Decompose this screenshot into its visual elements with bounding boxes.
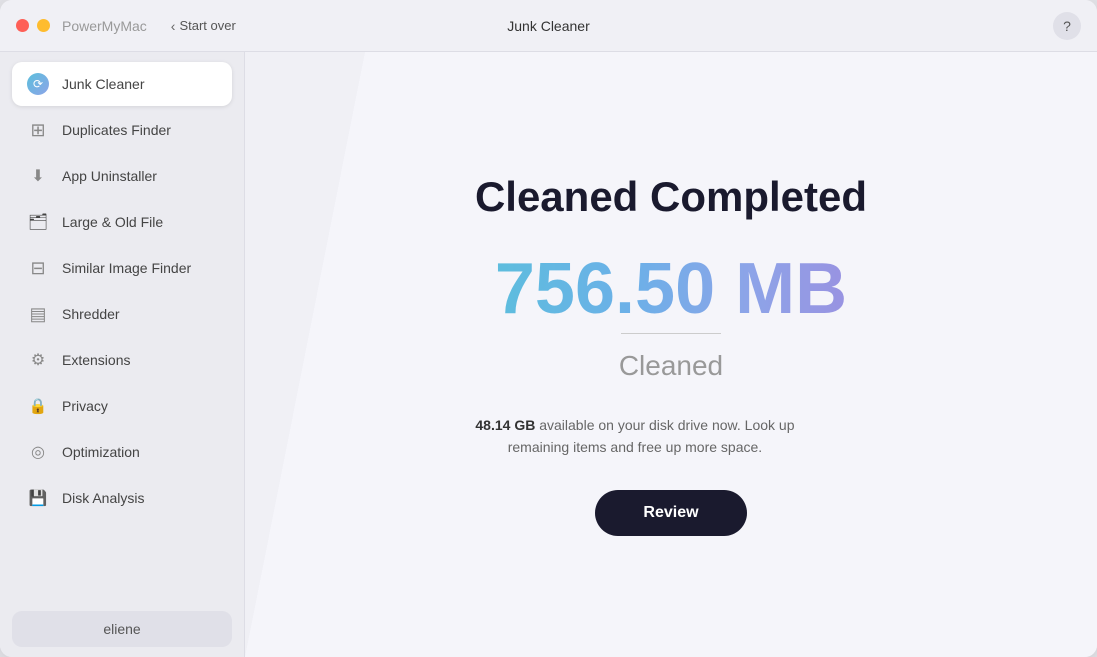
review-button[interactable]: Review	[595, 490, 746, 536]
sidebar-item-disk-analysis[interactable]: Disk Analysis	[12, 476, 232, 520]
sidebar-item-label: Junk Cleaner	[62, 76, 145, 92]
sidebar-item-label: App Uninstaller	[62, 168, 157, 184]
chevron-left-icon: ‹	[171, 18, 176, 34]
sidebar-item-label: Large & Old File	[62, 214, 163, 230]
sidebar-item-junk-cleaner[interactable]: Junk Cleaner	[12, 62, 232, 106]
sidebar-item-large-old-file[interactable]: Large & Old File	[12, 200, 232, 244]
disk-available: 48.14 GB	[475, 417, 535, 433]
privacy-icon	[26, 394, 50, 418]
sidebar-item-label: Disk Analysis	[62, 490, 144, 506]
junk-cleaner-icon	[26, 72, 50, 96]
start-over-button[interactable]: ‹ Start over	[163, 14, 244, 38]
result-panel: Cleaned Completed 756.50 MB Cleaned 48.1…	[475, 173, 867, 537]
window-title: Junk Cleaner	[507, 18, 590, 34]
duplicates-finder-icon	[26, 118, 50, 142]
sidebar-item-label: Shredder	[62, 306, 120, 322]
similar-image-icon-shape	[30, 258, 45, 279]
sidebar-item-label: Duplicates Finder	[62, 122, 171, 138]
app-uninstaller-icon	[26, 164, 50, 188]
sidebar-item-app-uninstaller[interactable]: App Uninstaller	[12, 154, 232, 198]
similar-image-finder-icon	[26, 256, 50, 280]
cleaned-title: Cleaned Completed	[475, 173, 867, 221]
extensions-icon-shape	[31, 350, 45, 370]
main-content: Junk Cleaner Duplicates Finder App Unins…	[0, 52, 1097, 657]
user-name: eliene	[103, 621, 140, 637]
shredder-icon-shape	[29, 304, 46, 325]
sidebar: Junk Cleaner Duplicates Finder App Unins…	[0, 52, 245, 657]
user-section[interactable]: eliene	[12, 611, 232, 647]
large-old-file-icon	[26, 210, 50, 234]
disk-info: 48.14 GB available on your disk drive no…	[475, 414, 795, 459]
cleaned-label: Cleaned	[475, 350, 867, 382]
extensions-icon	[26, 348, 50, 372]
disk-message: available on your disk drive now. Look u…	[508, 417, 795, 455]
sidebar-item-similar-image-finder[interactable]: Similar Image Finder	[12, 246, 232, 290]
optimization-icon	[26, 440, 50, 464]
disk-icon-shape	[29, 489, 48, 507]
duplicates-icon-shape	[30, 120, 45, 141]
sidebar-item-shredder[interactable]: Shredder	[12, 292, 232, 336]
content-area: Cleaned Completed 756.50 MB Cleaned 48.1…	[245, 52, 1097, 657]
sidebar-item-duplicates-finder[interactable]: Duplicates Finder	[12, 108, 232, 152]
traffic-lights	[16, 19, 50, 32]
sidebar-item-label: Similar Image Finder	[62, 260, 191, 276]
shredder-icon	[26, 302, 50, 326]
sidebar-item-optimization[interactable]: Optimization	[12, 430, 232, 474]
review-label: Review	[643, 504, 698, 521]
sidebar-item-extensions[interactable]: Extensions	[12, 338, 232, 382]
sidebar-item-label: Optimization	[62, 444, 140, 460]
title-bar: PowerMyMac ‹ Start over Junk Cleaner ?	[0, 0, 1097, 52]
sidebar-item-label: Extensions	[62, 352, 130, 368]
privacy-icon-shape	[29, 397, 48, 415]
help-label: ?	[1063, 18, 1071, 34]
start-over-label: Start over	[179, 18, 235, 33]
large-file-icon-shape	[28, 212, 48, 232]
disk-analysis-icon	[26, 486, 50, 510]
junk-icon-shape	[27, 73, 49, 95]
close-button[interactable]	[16, 19, 29, 32]
divider-line	[621, 333, 721, 334]
sidebar-item-label: Privacy	[62, 398, 108, 414]
app-window: PowerMyMac ‹ Start over Junk Cleaner ? J…	[0, 0, 1097, 657]
uninstaller-icon-shape	[31, 166, 44, 186]
optimization-icon-shape	[31, 442, 45, 462]
minimize-button[interactable]	[37, 19, 50, 32]
app-name: PowerMyMac	[62, 18, 147, 34]
cleaned-amount: 756.50 MB	[475, 253, 867, 325]
help-button[interactable]: ?	[1053, 12, 1081, 40]
sidebar-spacer	[12, 522, 232, 609]
sidebar-item-privacy[interactable]: Privacy	[12, 384, 232, 428]
